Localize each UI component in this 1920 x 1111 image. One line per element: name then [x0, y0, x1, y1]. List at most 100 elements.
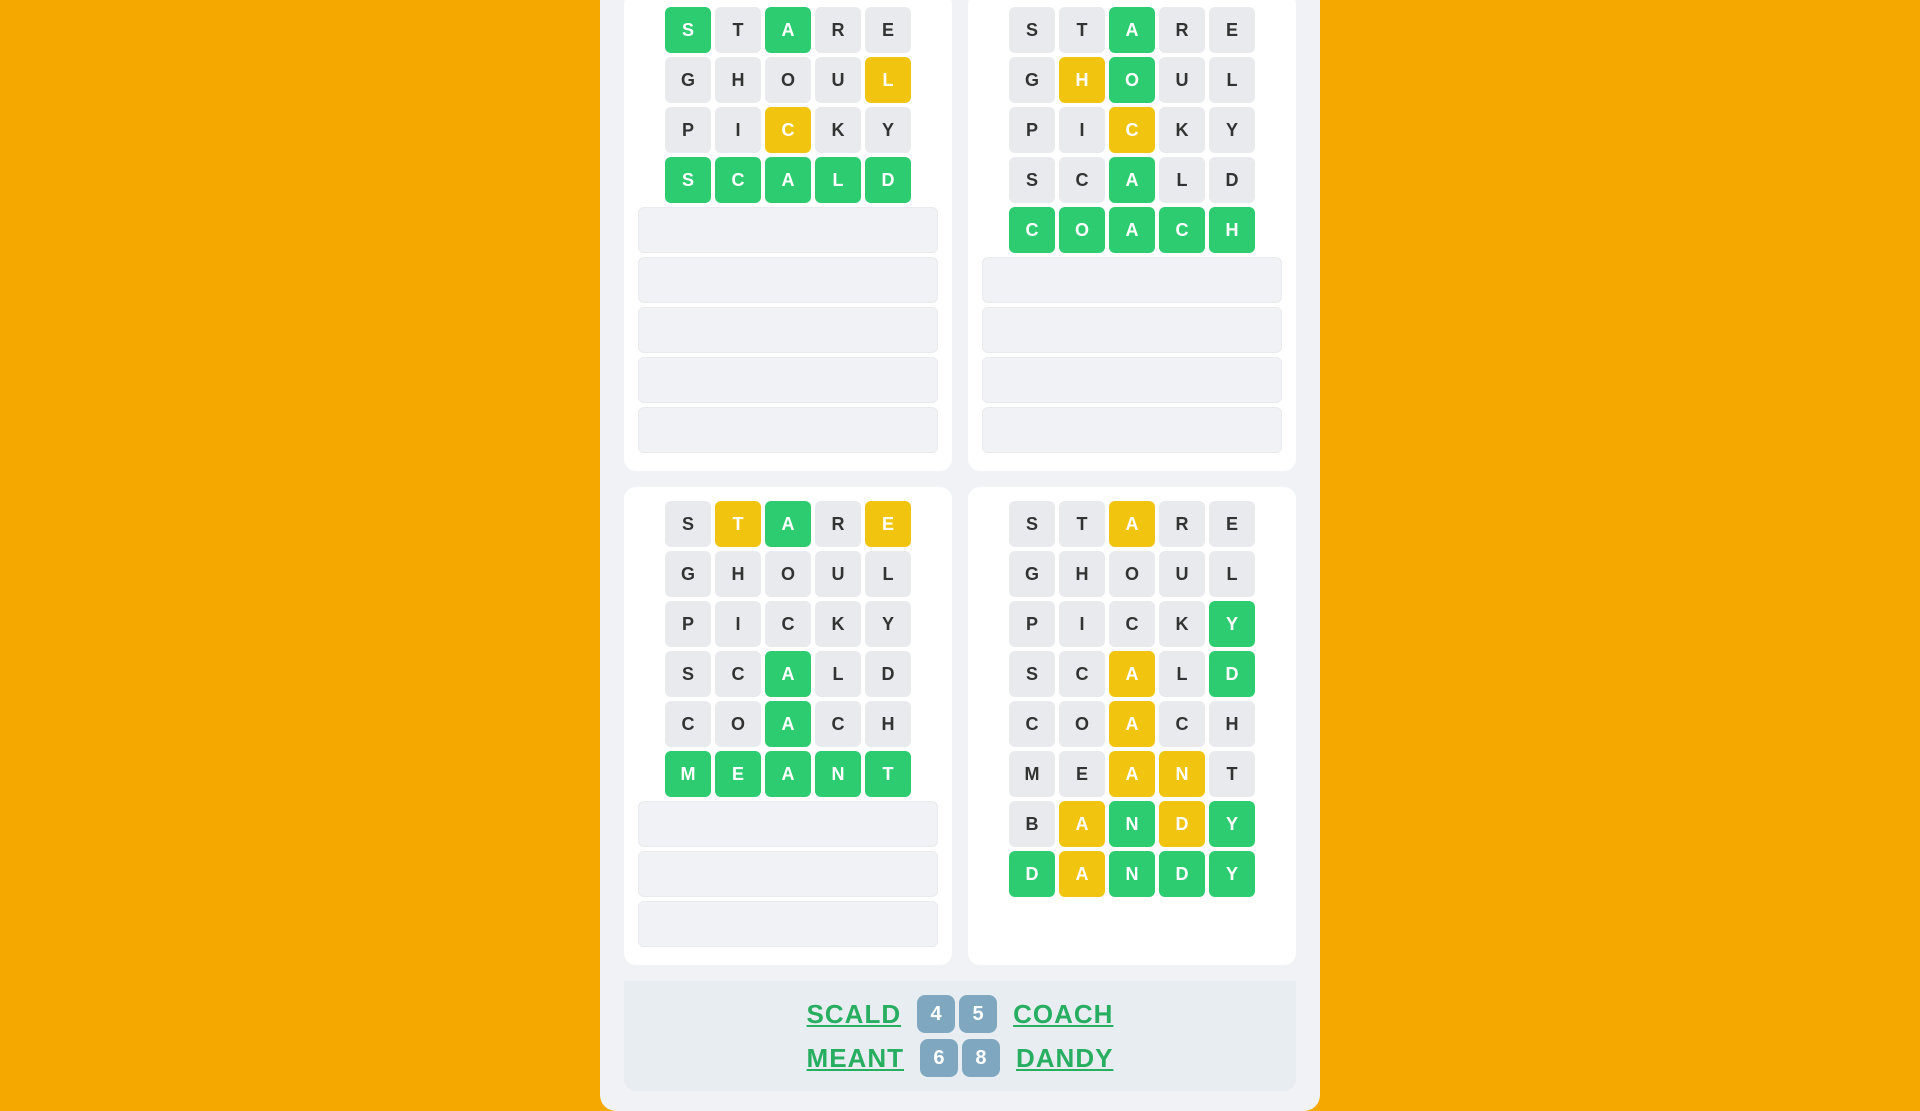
grid-bottom-right: S T A R E G H O U L P I C K Y S — [968, 487, 1296, 965]
cell: L — [1209, 551, 1255, 597]
cell: C — [715, 157, 761, 203]
cell: L — [815, 651, 861, 697]
cell: O — [1059, 207, 1105, 253]
cell: P — [665, 107, 711, 153]
cell: U — [1159, 551, 1205, 597]
cell: A — [1059, 851, 1105, 897]
cell: U — [815, 57, 861, 103]
cell: T — [1059, 7, 1105, 53]
cell: E — [715, 751, 761, 797]
row-4: S C A L D — [982, 651, 1282, 697]
cell: C — [765, 107, 811, 153]
cell: T — [1209, 751, 1255, 797]
cell: S — [1009, 501, 1055, 547]
score-badge-6: 6 — [920, 1039, 958, 1077]
grid-top-left: S T A R E G H O U L P I C K Y S — [624, 0, 952, 471]
cell: T — [865, 751, 911, 797]
cell: E — [1209, 7, 1255, 53]
row-3: P I C K Y — [982, 107, 1282, 153]
cell: D — [1009, 851, 1055, 897]
cell: L — [865, 551, 911, 597]
grid-bottom-left: S T A R E G H O U L P I C K Y S — [624, 487, 952, 965]
cell: P — [1009, 601, 1055, 647]
cell: O — [765, 57, 811, 103]
row-2: G H O U L — [638, 551, 938, 597]
cell: H — [1059, 57, 1105, 103]
cell: C — [1059, 651, 1105, 697]
cell: A — [765, 651, 811, 697]
cell: L — [865, 57, 911, 103]
empty-row — [638, 407, 938, 453]
cell: C — [1159, 207, 1205, 253]
cell: H — [1209, 207, 1255, 253]
footer-word-scald[interactable]: SCALD — [807, 999, 902, 1030]
cell: C — [665, 701, 711, 747]
cell: C — [1009, 207, 1055, 253]
cell: U — [815, 551, 861, 597]
row-3: P I C K Y — [638, 601, 938, 647]
row-1: S T A R E — [638, 501, 938, 547]
cell: R — [815, 7, 861, 53]
cell: A — [1059, 801, 1105, 847]
row-6: M E A N T — [638, 751, 938, 797]
cell: K — [815, 601, 861, 647]
cell: N — [1159, 751, 1205, 797]
cell: C — [1109, 107, 1155, 153]
row-3: P I C K Y — [638, 107, 938, 153]
empty-row — [638, 851, 938, 897]
cell: K — [815, 107, 861, 153]
cell: R — [815, 501, 861, 547]
cell: D — [1159, 851, 1205, 897]
cell: Y — [1209, 801, 1255, 847]
footer-word-coach[interactable]: COACH — [1013, 999, 1113, 1030]
empty-row — [982, 357, 1282, 403]
cell: D — [865, 651, 911, 697]
cell: A — [1109, 701, 1155, 747]
cell: Y — [1209, 601, 1255, 647]
cell: A — [765, 751, 811, 797]
cell: A — [1109, 501, 1155, 547]
row-4: S C A L D — [638, 157, 938, 203]
cell: E — [1059, 751, 1105, 797]
cell: O — [715, 701, 761, 747]
footer-row-1: SCALD 4 5 COACH — [807, 995, 1114, 1033]
empty-row — [638, 207, 938, 253]
empty-row — [638, 307, 938, 353]
footer-word-meant[interactable]: MEANT — [807, 1043, 904, 1074]
footer-word-dandy[interactable]: DANDY — [1016, 1043, 1113, 1074]
cell: K — [1159, 107, 1205, 153]
cell: S — [665, 501, 711, 547]
cell: B — [1009, 801, 1055, 847]
cell: E — [865, 501, 911, 547]
cell: D — [865, 157, 911, 203]
cell: O — [1109, 551, 1155, 597]
cell: H — [865, 701, 911, 747]
cell: N — [815, 751, 861, 797]
cell: M — [1009, 751, 1055, 797]
cell: C — [715, 651, 761, 697]
row-1: S T A R E — [982, 501, 1282, 547]
cell: I — [1059, 107, 1105, 153]
cell: A — [765, 501, 811, 547]
row-1: S T A R E — [982, 7, 1282, 53]
cell: P — [665, 601, 711, 647]
empty-row — [982, 307, 1282, 353]
cell: G — [1009, 551, 1055, 597]
cell: G — [665, 57, 711, 103]
cell: A — [1109, 7, 1155, 53]
cell: O — [765, 551, 811, 597]
cell: L — [1209, 57, 1255, 103]
cell: A — [765, 7, 811, 53]
cell: C — [1059, 157, 1105, 203]
row-4: S C A L D — [638, 651, 938, 697]
row-5: C O A C H — [638, 701, 938, 747]
row-2: G H O U L — [982, 551, 1282, 597]
cell: A — [1109, 157, 1155, 203]
cell: L — [1159, 157, 1205, 203]
cell: C — [1159, 701, 1205, 747]
cell: S — [1009, 157, 1055, 203]
row-1: S T A R E — [638, 7, 938, 53]
cell: A — [765, 157, 811, 203]
row-8: D A N D Y — [982, 851, 1282, 897]
cell: Y — [1209, 851, 1255, 897]
